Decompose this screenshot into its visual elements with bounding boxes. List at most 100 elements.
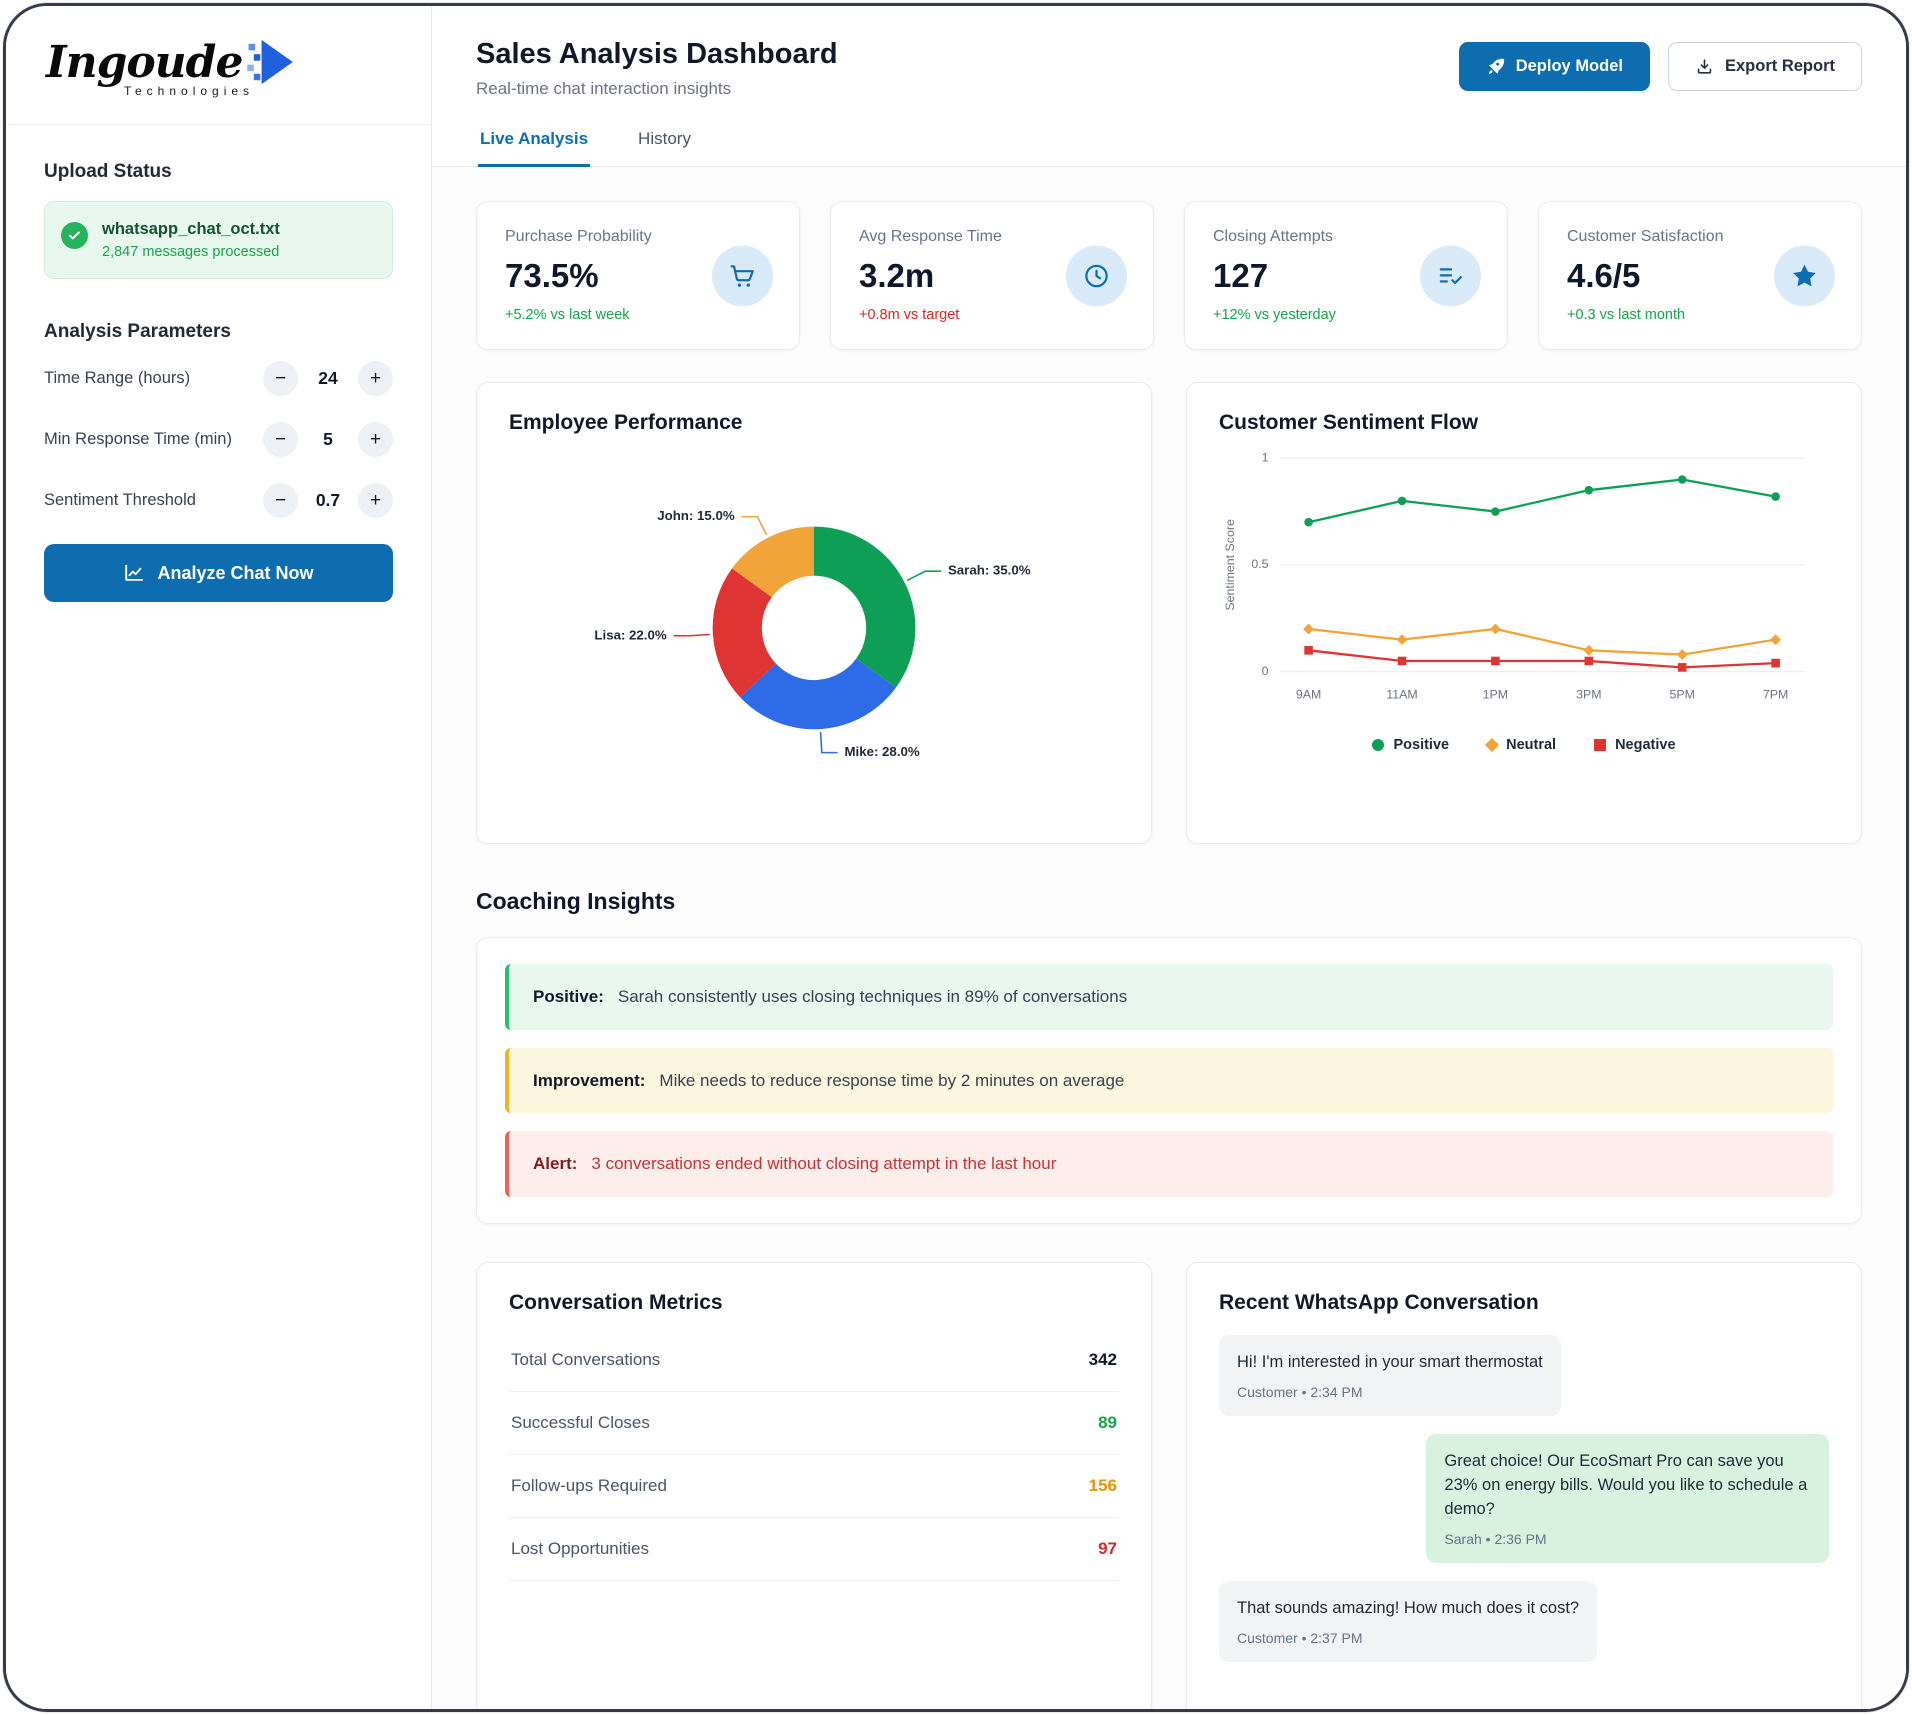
chat-meta: Customer • 2:34 PM <box>1237 1384 1543 1400</box>
svg-text:Sarah: 35.0%: Sarah: 35.0% <box>948 563 1031 578</box>
svg-text:Sentiment Score: Sentiment Score <box>1223 519 1237 611</box>
param-label-min-response-time: Min Response Time (min) <box>44 428 232 450</box>
uploaded-file-detail: 2,847 messages processed <box>102 244 280 260</box>
legend-label: Negative <box>1615 737 1675 753</box>
metric-label: Follow-ups Required <box>511 1476 667 1496</box>
min-response-time-increment-button[interactable]: + <box>358 422 393 457</box>
tab-history[interactable]: History <box>636 125 693 167</box>
whatsapp-conversation-heading: Recent WhatsApp Conversation <box>1219 1291 1829 1315</box>
metric-row-2: Follow-ups Required 156 <box>509 1455 1119 1518</box>
export-report-button[interactable]: Export Report <box>1668 42 1862 91</box>
kpi-delta: +12% vs yesterday <box>1213 307 1479 323</box>
metric-row-3: Lost Opportunities97 <box>509 1518 1119 1581</box>
upload-status-box: whatsapp_chat_oct.txt 2,847 messages pro… <box>44 201 393 279</box>
svg-text:3PM: 3PM <box>1576 687 1601 701</box>
legend-item-negative[interactable]: Negative <box>1594 737 1675 753</box>
chat-bubble-customer: Hi! I'm interested in your smart thermos… <box>1219 1335 1561 1416</box>
min-response-time-value: 5 <box>302 429 354 450</box>
donut-chart-title: Employee Performance <box>509 411 1119 435</box>
sentiment-flow-line-chart: 00.519AM11AM1PM3PM5PM7PMSentiment Score <box>1219 441 1829 727</box>
kpi-card-1: Avg Response Time3.2m+0.8m vs target <box>830 201 1154 350</box>
insight-text: 3 conversations ended without closing at… <box>591 1154 1056 1173</box>
kpi-label: Customer Satisfaction <box>1567 228 1833 246</box>
coaching-insights-card: Positive:Sarah consistently uses closing… <box>476 937 1862 1224</box>
sentiment-threshold-increment-button[interactable]: + <box>358 483 393 518</box>
star-icon <box>1774 245 1835 306</box>
coaching-insights-heading: Coaching Insights <box>476 888 1862 915</box>
brand-arrow-icon <box>246 36 298 88</box>
insight-improvement: Improvement:Mike needs to reduce respons… <box>505 1048 1833 1114</box>
employee-performance-donut-chart: Sarah: 35.0% Mike: 28.0% Lisa: 22.0% John: … <box>509 441 1119 815</box>
metric-value: 156 <box>1089 1476 1117 1496</box>
metric-label: Lost Opportunities <box>511 1539 649 1559</box>
stepper-time-range: −24+ <box>263 361 393 396</box>
stepper-sentiment-threshold: −0.7+ <box>263 483 393 518</box>
metric-rows: Total Conversations342Successful Closes8… <box>509 1329 1119 1581</box>
tab-live-analysis[interactable]: Live Analysis <box>478 125 590 167</box>
conversation-metrics-card: Conversation Metrics Total Conversations… <box>476 1262 1152 1709</box>
conversation-metrics-heading: Conversation Metrics <box>509 1291 1119 1315</box>
rocket-icon <box>1486 57 1505 76</box>
dashboard-content: Purchase Probability73.5%+5.2% vs last w… <box>432 167 1906 1709</box>
kpi-row: Purchase Probability73.5%+5.2% vs last w… <box>476 201 1862 350</box>
sentiment-threshold-decrement-button[interactable]: − <box>263 483 298 518</box>
deploy-model-button[interactable]: Deploy Model <box>1459 42 1650 91</box>
brand-name: Ingoude <box>46 37 242 88</box>
svg-text:1PM: 1PM <box>1483 687 1508 701</box>
svg-text:9AM: 9AM <box>1296 687 1321 701</box>
page-title: Sales Analysis Dashboard <box>476 38 838 71</box>
sentiment-flow-card: Customer Sentiment Flow 00.519AM11AM1PM3… <box>1186 382 1862 844</box>
kpi-label: Closing Attempts <box>1213 228 1479 246</box>
chat-text: Hi! I'm interested in your smart thermos… <box>1237 1351 1543 1375</box>
analyze-chat-button[interactable]: Analyze Chat Now <box>44 544 393 602</box>
svg-text:5PM: 5PM <box>1669 687 1694 701</box>
employee-performance-card: Employee Performance Sarah: 35.0% Mike: 2… <box>476 382 1152 844</box>
min-response-time-decrement-button[interactable]: − <box>263 422 298 457</box>
legend-label: Positive <box>1393 737 1449 753</box>
legend-marker-circle <box>1372 739 1384 751</box>
time-range-decrement-button[interactable]: − <box>263 361 298 396</box>
brand-logo: Ingoude Technologies <box>6 6 431 125</box>
param-row-time-range: Time Range (hours) −24+ <box>44 361 393 396</box>
svg-text:Lisa: 22.0%: Lisa: 22.0% <box>594 627 666 642</box>
check-circle-icon <box>61 222 88 249</box>
svg-text:John: 15.0%: John: 15.0% <box>657 508 735 523</box>
cart-icon <box>712 245 773 306</box>
chat-meta: Sarah • 2:36 PM <box>1444 1531 1811 1547</box>
sentiment-threshold-value: 0.7 <box>302 490 354 511</box>
chart-line-icon <box>123 562 145 584</box>
insight-alert: Alert: 3 conversations ended without clos… <box>505 1131 1833 1197</box>
chat-text: That sounds amazing! How much does it co… <box>1237 1597 1579 1621</box>
metric-value: 89 <box>1098 1413 1117 1433</box>
uploaded-file-name: whatsapp_chat_oct.txt <box>102 220 280 239</box>
legend-label: Neutral <box>1506 737 1556 753</box>
metric-row-1: Successful Closes89 <box>509 1392 1119 1455</box>
whatsapp-conversation-card: Recent WhatsApp Conversation Hi! I'm int… <box>1186 1262 1862 1709</box>
main-area: Sales Analysis Dashboard Real-time chat … <box>432 6 1906 1709</box>
legend-item-positive[interactable]: Positive <box>1372 737 1449 753</box>
chat-meta: Customer • 2:37 PM <box>1237 1630 1579 1646</box>
legend-marker-diamond <box>1485 738 1499 752</box>
legend-item-neutral[interactable]: Neutral <box>1487 737 1556 753</box>
analysis-parameters-heading: Analysis Parameters <box>44 321 393 343</box>
insight-text: Mike needs to reduce response time by 2 … <box>659 1071 1124 1090</box>
param-label-sentiment-threshold: Sentiment Threshold <box>44 489 196 511</box>
param-row-sentiment-threshold: Sentiment Threshold −0.7+ <box>44 483 393 518</box>
tabs: Live Analysis History <box>432 125 1906 167</box>
param-label-time-range: Time Range (hours) <box>44 367 190 389</box>
svg-text:0: 0 <box>1262 664 1269 678</box>
metric-value: 342 <box>1089 1350 1117 1370</box>
download-icon <box>1695 57 1714 76</box>
checklist-icon <box>1420 245 1481 306</box>
insight-label: Alert: <box>533 1154 577 1173</box>
kpi-label: Avg Response Time <box>859 228 1125 246</box>
svg-text:Mike: 28.0%: Mike: 28.0% <box>844 744 919 759</box>
insight-label: Positive: <box>533 987 604 1006</box>
time-range-increment-button[interactable]: + <box>358 361 393 396</box>
kpi-card-0: Purchase Probability73.5%+5.2% vs last w… <box>476 201 800 350</box>
chat-text: Great choice! Our EcoSmart Pro can save … <box>1444 1450 1811 1522</box>
param-row-min-response-time: Min Response Time (min) −5+ <box>44 422 393 457</box>
svg-text:7PM: 7PM <box>1763 687 1788 701</box>
metric-row-0: Total Conversations342 <box>509 1329 1119 1392</box>
kpi-card-3: Customer Satisfaction4.6/5+0.3 vs last m… <box>1538 201 1862 350</box>
